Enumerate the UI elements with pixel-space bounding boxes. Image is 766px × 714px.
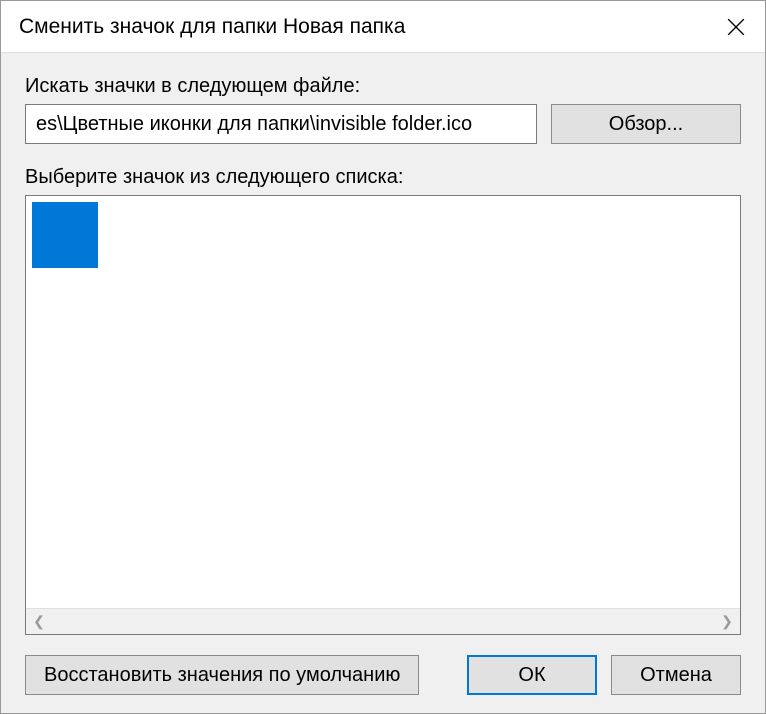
scroll-left-arrow-icon[interactable]: ❮ xyxy=(30,613,48,630)
icon-list-container: ❮ ❯ xyxy=(25,195,741,635)
change-icon-dialog: Сменить значок для папки Новая папка Иск… xyxy=(0,0,766,714)
titlebar: Сменить значок для папки Новая папка xyxy=(1,1,765,53)
button-row: Восстановить значения по умолчанию ОК От… xyxy=(25,655,741,695)
window-title: Сменить значок для папки Новая папка xyxy=(19,15,405,39)
close-icon xyxy=(727,18,745,36)
horizontal-scrollbar[interactable]: ❮ ❯ xyxy=(26,608,740,634)
restore-defaults-button[interactable]: Восстановить значения по умолчанию xyxy=(25,655,419,695)
cancel-button[interactable]: Отмена xyxy=(611,655,741,695)
select-icon-label: Выберите значок из следующего списка: xyxy=(25,166,741,189)
scroll-right-arrow-icon[interactable]: ❯ xyxy=(718,613,736,630)
icon-list[interactable] xyxy=(26,196,740,608)
icon-item[interactable] xyxy=(32,202,98,268)
path-row: Обзор... xyxy=(25,104,741,144)
browse-button[interactable]: Обзор... xyxy=(551,104,741,144)
dialog-content: Искать значки в следующем файле: Обзор..… xyxy=(1,53,765,713)
icon-path-input[interactable] xyxy=(25,104,537,144)
search-file-label: Искать значки в следующем файле: xyxy=(25,75,741,98)
close-button[interactable] xyxy=(707,1,765,53)
ok-button[interactable]: ОК xyxy=(467,655,597,695)
